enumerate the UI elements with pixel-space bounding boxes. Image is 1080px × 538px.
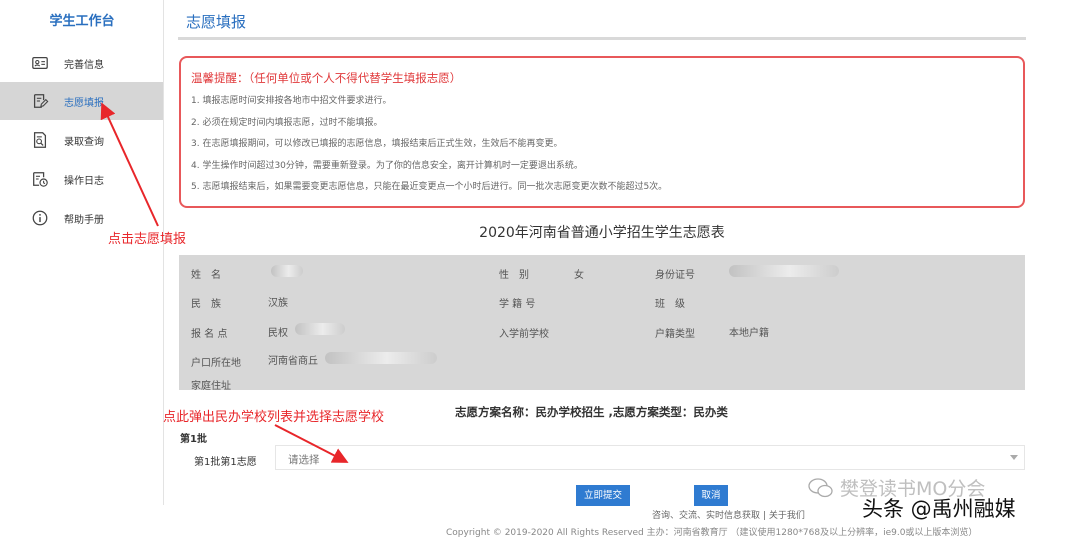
notice-title: 温馨提醒：（任何单位或个人不得代替学生填报志愿） [191, 71, 462, 85]
school-select[interactable]: 请选择 [275, 445, 1025, 470]
redacted-hukou-place [325, 352, 437, 364]
registration-label: 报 名 点 [191, 329, 228, 340]
chat-bubble-icon [808, 478, 833, 498]
footer-links: 咨询、交流、实时信息获取 | 关于我们 [652, 508, 805, 521]
notice-line: 1. 填报志愿时间安排按各地市中招文件要求进行。 [191, 96, 392, 106]
form-title: 2020年河南省普通小学招生学生志愿表 [479, 225, 725, 241]
form-edit-icon [30, 91, 50, 111]
sidebar-item-label: 帮助手册 [64, 214, 104, 226]
registration-value: 民权 [268, 328, 288, 339]
plan-name: 志愿方案名称：民办学校招生 ,志愿方案类型：民办类 [455, 405, 728, 419]
sidebar-item-profile[interactable]: 完善信息 [0, 44, 163, 82]
page-title: 志愿填报 [186, 13, 247, 31]
page: 学生工作台 完善信息 志愿填报 录取查询 操作日志 帮助手册 志愿填报 温馨提醒… [0, 0, 1080, 538]
idcard-label: 身份证号 [655, 270, 695, 281]
gender-value: 女 [574, 270, 584, 281]
notice-line: 2. 必须在规定时间内填报志愿，过时不能填报。 [191, 117, 383, 128]
student-no-label: 学 籍 号 [499, 299, 536, 310]
class-label: 班 级 [655, 299, 685, 310]
sidebar-item-operation-log[interactable]: 操作日志 [0, 160, 163, 198]
submit-button[interactable]: 立即提交 [576, 485, 630, 506]
log-clock-icon [30, 169, 50, 189]
sidebar-item-label: 志愿填报 [64, 97, 104, 109]
ethnicity-label: 民 族 [191, 299, 221, 310]
copyright: Copyright © 2019-2020 All Rights Reserve… [446, 528, 978, 538]
document-search-icon [30, 130, 50, 150]
sidebar: 学生工作台 完善信息 志愿填报 录取查询 操作日志 帮助手册 [0, 0, 164, 505]
notice-line: 3. 在志愿填报期间，可以修改已填报的志愿信息，填报结束后正式生效，生效后不能再… [191, 139, 563, 149]
sidebar-title: 学生工作台 [49, 14, 115, 29]
notice-line: 4. 学生操作时间超过30分钟，需要重新登录。为了你的信息安全，离开计算机时一定… [191, 160, 583, 171]
address-label: 家庭住址 [191, 381, 231, 392]
annotation-select: 点此弹出民办学校列表并选择志愿学校 [163, 410, 385, 425]
ethnicity-value: 汉族 [268, 298, 288, 309]
annotation-sidebar: 点击志愿填报 [108, 232, 187, 247]
sidebar-item-volunteer[interactable]: 志愿填报 [0, 82, 163, 120]
hukou-type-value: 本地户籍 [729, 328, 769, 339]
watermark-bottom: 头条 @禹州融媒 [862, 497, 1016, 521]
gender-label: 性 别 [499, 270, 529, 281]
sidebar-item-label: 操作日志 [64, 175, 104, 187]
notice-box: 温馨提醒：（任何单位或个人不得代替学生填报志愿） 1. 填报志愿时间安排按各地市… [179, 56, 1025, 208]
cancel-button[interactable]: 取消 [694, 485, 728, 506]
redacted-idcard [729, 265, 839, 277]
sidebar-item-label: 完善信息 [64, 59, 104, 71]
title-divider [178, 37, 1026, 40]
notice-line: 5. 志愿填报结束后，如果需要变更志愿信息，只能在最近变更点一个小时后进行。同一… [191, 182, 668, 192]
hukou-place-label: 户口所在地 [191, 358, 241, 369]
batch-label: 第1批 [180, 434, 207, 445]
choice-label: 第1批第1志愿 [194, 457, 257, 468]
prev-school-label: 入学前学校 [499, 329, 549, 340]
footer-link-contact[interactable]: 咨询、交流、实时信息获取 [652, 511, 760, 521]
footer-separator: | [762, 511, 766, 521]
chevron-down-icon [1010, 455, 1018, 460]
student-info-panel: 姓 名 性 别 女 身份证号 民 族 汉族 学 籍 号 班 级 报 名 点 民权… [179, 255, 1025, 392]
select-placeholder: 请选择 [288, 454, 320, 466]
footer-link-about[interactable]: 关于我们 [769, 511, 805, 521]
hukou-type-label: 户籍类型 [655, 329, 695, 340]
redacted-registration [295, 323, 345, 335]
redacted-name [271, 265, 303, 277]
hukou-place-value: 河南省商丘 [268, 356, 318, 367]
sidebar-item-admission-query[interactable]: 录取查询 [0, 121, 163, 159]
info-circle-icon [30, 208, 50, 228]
id-card-icon [30, 53, 50, 73]
sidebar-item-label: 录取查询 [64, 136, 104, 148]
name-label: 姓 名 [191, 270, 221, 281]
